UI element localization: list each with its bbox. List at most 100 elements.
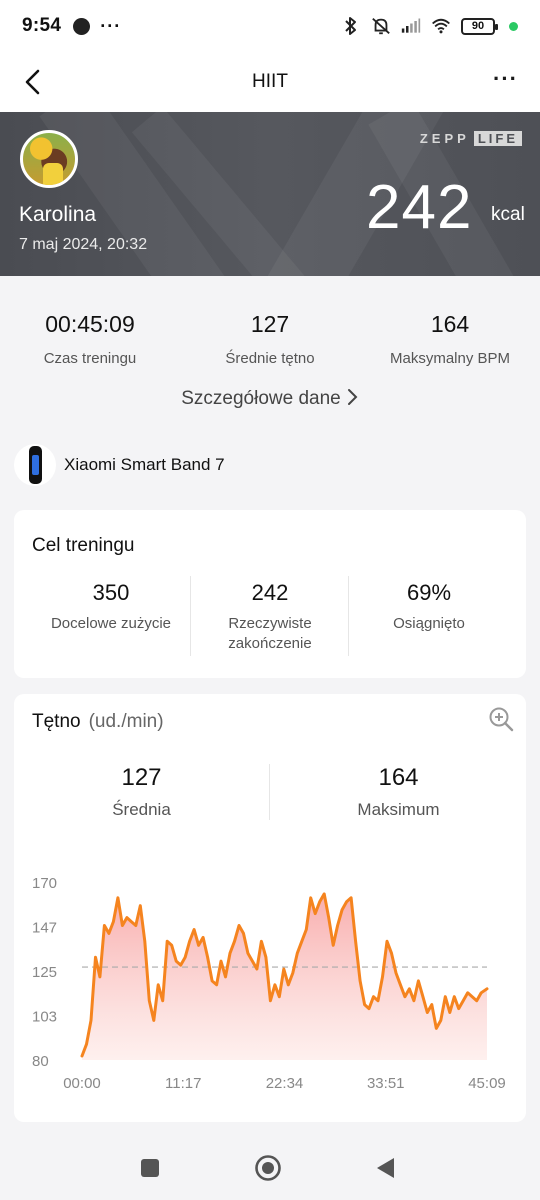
detailed-data-link[interactable]: Szczegółowe dane — [0, 388, 540, 412]
heart-rate-title: Tętno — [32, 711, 81, 732]
heart-rate-point — [135, 924, 137, 927]
calories-value: 242 — [366, 173, 473, 242]
heart-rate-point — [345, 900, 348, 903]
recent-apps-square-icon[interactable] — [136, 1154, 164, 1182]
heart-rate-point — [157, 984, 160, 986]
heart-rate-point — [242, 932, 245, 935]
heart-rate-point — [112, 920, 115, 923]
heart-rate-point — [188, 940, 191, 943]
status-time: 9:54 — [22, 15, 62, 36]
goal-label: Docelowe zużycie — [50, 615, 172, 632]
bluetooth-icon — [341, 16, 361, 36]
heart-rate-point — [161, 999, 164, 1002]
heart-rate-point — [417, 980, 420, 982]
back-triangle-icon[interactable] — [372, 1154, 400, 1182]
heart-rate-point — [300, 940, 303, 943]
heart-rate-point — [152, 1019, 155, 1022]
app-header: HIIT ··· — [0, 52, 540, 112]
heart-rate-point — [372, 995, 375, 998]
heart-rate-point — [323, 893, 325, 895]
heart-rate-point — [211, 980, 213, 982]
stat-avg-heart-rate: 127 Średnie tętno — [180, 311, 360, 367]
x-tick-label: 00:00 — [63, 1075, 101, 1092]
heart-rate-point — [377, 999, 379, 1002]
heart-rate-chart[interactable]: 170 147 125 103 80 00:00 11:17 22:34 33:51 45:09 — [14, 864, 526, 1104]
heart-rate-point — [448, 1011, 451, 1014]
avatar[interactable] — [20, 130, 78, 188]
card-title: Cel treningu — [32, 535, 135, 556]
card-title: Tętno (ud./min) — [32, 711, 164, 733]
device-name: Xiaomi Smart Band 7 — [64, 455, 225, 474]
heart-rate-point — [305, 928, 308, 931]
wifi-icon — [431, 16, 451, 36]
smart-band-icon — [14, 444, 56, 486]
status-bar: 9:54 ··· 90 — [0, 0, 540, 52]
signal-icon — [401, 16, 421, 36]
heart-rate-card: Tętno (ud./min) 127 Średnia 164 Maksimum … — [14, 694, 526, 1122]
brand-logo-badge: LIFE — [473, 131, 522, 146]
heart-rate-point — [363, 1003, 366, 1006]
heart-rate-point — [117, 897, 119, 899]
heart-rate-point — [475, 999, 478, 1002]
heart-rate-point — [287, 984, 290, 986]
heart-rate-point — [368, 1007, 370, 1010]
hr-label: Maksimum — [357, 800, 440, 819]
heart-rate-point — [390, 952, 393, 954]
heart-rate-point — [148, 999, 151, 1002]
heart-rate-point — [121, 924, 124, 927]
goal-achieved: 69% Osiągnięto — [350, 580, 508, 634]
heart-rate-point — [462, 999, 465, 1002]
heart-rate-point — [179, 964, 182, 966]
more-menu-icon[interactable]: ··· — [493, 68, 518, 90]
heart-rate-point — [350, 897, 352, 899]
goal-value: 242 — [251, 580, 289, 605]
heart-rate-point — [90, 1019, 92, 1022]
system-nav-bar — [0, 1136, 540, 1200]
heart-rate-point — [332, 944, 334, 947]
x-tick-label: 45:09 — [468, 1075, 506, 1092]
training-goal-card: Cel treningu 350 Docelowe zużycie 242 Rz… — [14, 510, 526, 678]
heart-rate-point — [327, 916, 330, 919]
back-arrow-icon[interactable] — [20, 66, 52, 98]
heart-rate-unit: (ud./min) — [88, 711, 164, 732]
heart-rate-point — [143, 940, 146, 943]
hr-value: 164 — [378, 764, 419, 791]
heart-rate-point — [408, 988, 411, 990]
goal-target: 350 Docelowe zużycie — [32, 580, 190, 634]
y-tick-label: 147 — [32, 920, 57, 937]
detailed-data-label: Szczegółowe dane — [181, 388, 341, 409]
heart-rate-point — [166, 940, 169, 943]
heart-rate-point — [251, 960, 254, 962]
home-circle-icon[interactable] — [254, 1154, 282, 1182]
battery-icon: 90 — [461, 17, 498, 35]
notification-dot-icon — [73, 17, 91, 35]
heart-rate-point — [471, 995, 473, 998]
goal-actual: 242 Rzeczywiste zakończenie — [191, 580, 349, 654]
stat-label: Czas treningu — [43, 350, 137, 367]
brand-logo-text: ZEPP — [419, 131, 470, 146]
heart-rate-point — [197, 944, 200, 947]
heart-rate-point — [381, 976, 384, 978]
heart-rate-point — [426, 1011, 429, 1014]
stat-label: Średnie tętno — [225, 350, 315, 367]
page-title: HIIT — [252, 71, 288, 92]
heart-rate-point — [233, 940, 236, 943]
heart-rate-point — [435, 1027, 438, 1030]
goal-value: 69% — [406, 580, 452, 605]
x-tick-label: 33:51 — [367, 1075, 405, 1092]
zoom-in-icon[interactable] — [488, 706, 514, 732]
heart-rate-point — [422, 995, 424, 998]
heart-rate-point — [336, 924, 339, 927]
goal-label: Rzeczywiste zakończenie — [228, 615, 312, 652]
goal-value: 350 — [92, 580, 130, 605]
chevron-right-icon — [347, 388, 359, 412]
heart-rate-point — [229, 952, 231, 954]
stat-label: Maksymalny BPM — [389, 350, 511, 367]
mute-icon — [371, 16, 391, 36]
heart-rate-point — [220, 960, 222, 962]
heart-rate-point — [440, 1019, 442, 1022]
heart-rate-point — [139, 904, 142, 907]
heart-rate-point — [359, 980, 361, 982]
device-row[interactable]: Xiaomi Smart Band 7 — [14, 444, 225, 486]
heart-rate-point — [238, 924, 240, 927]
